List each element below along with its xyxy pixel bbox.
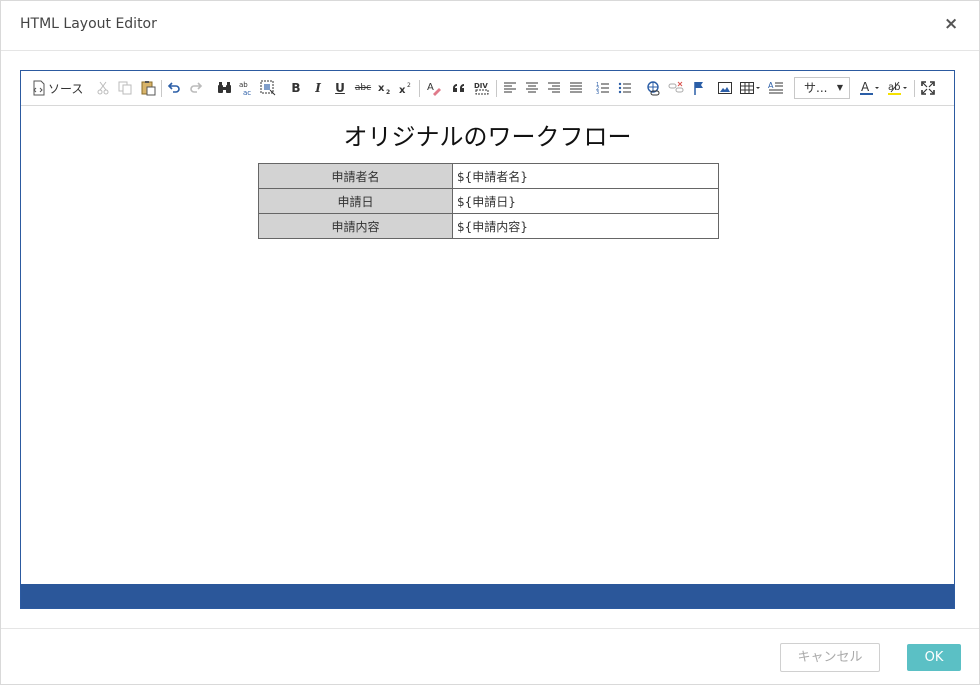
dialog-header: HTML Layout Editor × [1, 1, 979, 51]
copy-icon[interactable] [117, 78, 133, 98]
table-value-cell: ${申請日} [452, 188, 719, 214]
document-title: オリジナルのワークフロー [343, 123, 632, 151]
anchor-flag-icon[interactable] [691, 78, 707, 98]
svg-text:A: A [427, 82, 434, 93]
chevron-down-icon: ▼ [836, 83, 843, 92]
html-layout-editor-dialog: HTML Layout Editor × ソース ab ac B I U abc… [0, 0, 980, 685]
svg-text:2: 2 [386, 89, 390, 95]
unlink-icon[interactable] [667, 78, 685, 98]
background-color-icon[interactable]: ab [887, 78, 909, 98]
svg-text:x: x [378, 83, 385, 94]
align-right-icon[interactable] [546, 78, 562, 98]
image-icon[interactable] [717, 78, 733, 98]
paste-icon[interactable] [139, 78, 157, 98]
editor-statusbar [21, 584, 954, 608]
bulleted-list-icon[interactable] [617, 78, 633, 98]
toolbar-separator [161, 80, 162, 97]
svg-text:DIV: DIV [474, 82, 488, 90]
toolbar-separator [419, 80, 420, 97]
table-label-cell: 申請者名 [258, 163, 453, 189]
blockquote-icon[interactable] [451, 78, 467, 98]
table-row: 申請内容 ${申請内容} [258, 213, 719, 239]
svg-text:A: A [768, 81, 774, 90]
styles-dropdown-value: サ... [804, 81, 828, 95]
strikethrough-icon[interactable]: abc [353, 78, 373, 98]
editor-toolbar: ソース ab ac B I U abc x 2 x 2 A DIV 1 2 3 … [21, 71, 954, 106]
table-icon[interactable] [739, 78, 761, 98]
source-button[interactable]: ソース [32, 78, 83, 98]
replace-icon[interactable]: ab ac [237, 78, 255, 98]
div-container-icon[interactable]: DIV [473, 78, 491, 98]
editor-content-area[interactable]: オリジナルのワークフロー 申請者名 ${申請者名} 申請日 ${申請日} 申請内… [21, 107, 954, 584]
source-label: ソース [48, 81, 84, 96]
underline-icon[interactable]: U [333, 78, 347, 98]
svg-text:3: 3 [596, 90, 599, 95]
rich-text-editor: ソース ab ac B I U abc x 2 x 2 A DIV 1 2 3 … [20, 70, 955, 609]
subscript-icon[interactable]: x2 [377, 78, 393, 98]
workflow-table: 申請者名 ${申請者名} 申請日 ${申請日} 申請内容 ${申請内容} [258, 163, 719, 239]
svg-text:ac: ac [243, 89, 251, 96]
text-style-icon[interactable]: A [767, 78, 785, 98]
bold-icon[interactable]: B [289, 78, 303, 98]
dialog-footer: キャンセル OK [1, 628, 979, 684]
align-justify-icon[interactable] [568, 78, 584, 98]
dialog-title: HTML Layout Editor [20, 16, 157, 32]
table-value-cell: ${申請者名} [452, 163, 719, 189]
numbered-list-icon[interactable]: 123 [595, 78, 611, 98]
table-row: 申請者名 ${申請者名} [258, 163, 719, 189]
svg-text:A: A [861, 80, 870, 94]
close-icon[interactable]: × [944, 15, 958, 33]
svg-text:ab: ab [239, 81, 248, 89]
svg-text:2: 2 [407, 82, 411, 89]
redo-icon[interactable] [188, 78, 204, 98]
toolbar-separator [496, 80, 497, 97]
svg-text:x: x [399, 85, 406, 95]
table-label-cell: 申請日 [258, 188, 453, 214]
cancel-button[interactable]: キャンセル [780, 643, 880, 672]
align-center-icon[interactable] [524, 78, 540, 98]
find-icon[interactable] [216, 78, 232, 98]
maximize-icon[interactable] [920, 78, 936, 98]
remove-format-icon[interactable]: A [425, 78, 443, 98]
table-value-cell: ${申請内容} [452, 213, 719, 239]
select-all-icon[interactable] [259, 78, 277, 98]
italic-icon[interactable]: I [311, 78, 325, 98]
superscript-icon[interactable]: x2 [398, 78, 414, 98]
styles-dropdown[interactable]: サ... ▼ [794, 77, 850, 99]
undo-icon[interactable] [166, 78, 182, 98]
ok-button[interactable]: OK [907, 644, 961, 671]
table-row: 申請日 ${申請日} [258, 188, 719, 214]
cut-icon[interactable] [95, 78, 111, 98]
align-left-icon[interactable] [502, 78, 518, 98]
source-icon [32, 80, 46, 96]
table-label-cell: 申請内容 [258, 213, 453, 239]
toolbar-separator [914, 80, 915, 97]
text-color-icon[interactable]: A [859, 78, 881, 98]
link-icon[interactable] [645, 78, 663, 98]
